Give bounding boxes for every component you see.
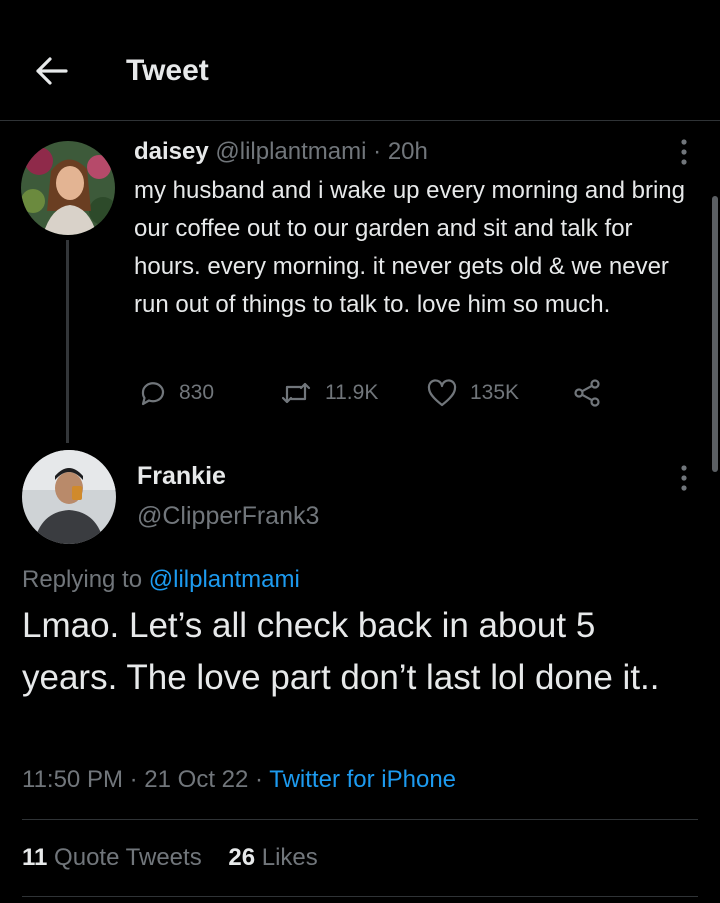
replying-to: Replying to @lilplantmami — [22, 566, 300, 594]
separator: · — [129, 766, 138, 793]
display-name[interactable]: Frankie — [137, 462, 226, 491]
quote-tweets-stat[interactable]: 11 Quote Tweets — [22, 844, 202, 871]
tweet-text: my husband and i wake up every morning a… — [134, 177, 685, 318]
separator: · — [255, 766, 264, 793]
display-name[interactable]: daisey — [134, 138, 209, 165]
engagement-stats: 11 Quote Tweets 26 Likes — [22, 844, 318, 872]
more-options-icon[interactable] — [681, 139, 687, 165]
retweet-icon — [281, 382, 311, 404]
reply-button[interactable]: 830 — [137, 378, 214, 408]
page-title: Tweet — [126, 54, 209, 87]
reply-icon — [141, 382, 165, 406]
tweet-header: daisey @lilplantmami · 20h — [134, 138, 428, 166]
top-bar: Tweet — [0, 0, 720, 121]
scrollbar[interactable] — [712, 196, 718, 472]
like-button[interactable]: 135K — [426, 378, 519, 408]
separator: · — [373, 138, 382, 165]
avatar[interactable] — [22, 450, 116, 544]
tweet-date[interactable]: 21 Oct 22 — [144, 766, 248, 793]
thread-line — [66, 240, 69, 443]
replying-prefix: Replying to — [22, 566, 143, 593]
replying-to-link[interactable]: @lilplantmami — [149, 566, 300, 593]
more-options-icon[interactable] — [681, 465, 687, 491]
divider — [22, 819, 698, 820]
tweet-time[interactable]: 11:50 PM — [22, 766, 123, 793]
likes-label: Likes — [261, 844, 318, 871]
tweet-text: Lmao. Let’s all check back in about 5 ye… — [22, 606, 660, 697]
likes-stat[interactable]: 26 Likes — [228, 844, 317, 871]
heart-icon — [427, 379, 457, 407]
share-icon — [574, 379, 600, 407]
like-count: 135K — [470, 381, 520, 404]
avatar[interactable] — [21, 141, 115, 235]
arrow-left-icon[interactable] — [34, 56, 68, 86]
retweet-button[interactable]: 11.9K — [279, 378, 378, 408]
user-handle[interactable]: @ClipperFrank3 — [137, 502, 319, 531]
retweet-count: 11.9K — [325, 381, 379, 404]
tweet-metadata: 11:50 PM · 21 Oct 22 · Twitter for iPhon… — [22, 766, 456, 794]
quote-label: Quote Tweets — [54, 844, 202, 871]
share-button[interactable] — [572, 378, 614, 408]
tweet-source[interactable]: Twitter for iPhone — [269, 766, 456, 793]
reply-count: 830 — [179, 381, 215, 404]
quote-count: 11 — [22, 844, 48, 871]
tweet-time[interactable]: 20h — [388, 138, 428, 165]
divider — [22, 896, 698, 897]
user-handle[interactable]: @lilplantmami — [215, 138, 366, 165]
like-count: 26 — [228, 844, 256, 871]
